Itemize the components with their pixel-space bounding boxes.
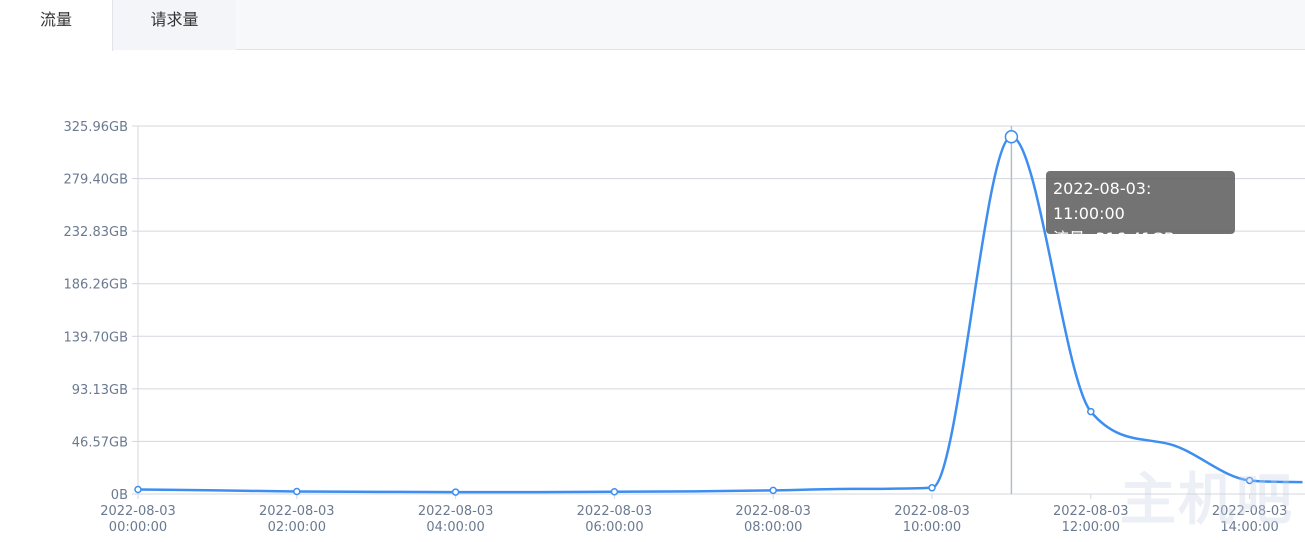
- data-point[interactable]: [610, 487, 619, 496]
- y-tick-label: 232.83GB: [64, 225, 128, 240]
- data-point[interactable]: [769, 486, 777, 495]
- x-tick-label: 2022-08-03 10:00:00: [894, 504, 970, 535]
- x-axis-ticks: 2022-08-03 00:00:00 2022-08-03 02:00:00 2022…: [100, 494, 1287, 535]
- data-point[interactable]: [293, 487, 301, 496]
- data-point[interactable]: [1087, 407, 1095, 416]
- tooltip-value: 流量: 316.41GB: [1053, 229, 1175, 248]
- tooltip-time: 2022-08-03: 11:00:00: [1053, 179, 1152, 223]
- y-tick-label: 139.70GB: [64, 330, 128, 345]
- y-tick-label: 0B: [111, 488, 128, 503]
- data-point[interactable]: [451, 488, 460, 496]
- y-tick-label: 46.57GB: [72, 435, 128, 450]
- watermark-logo: 主机吧: [1120, 467, 1294, 533]
- data-point-highlighted[interactable]: [1004, 130, 1019, 144]
- x-tick-label: 2022-08-03 12:00:00: [1053, 504, 1129, 535]
- chart-tooltip: 2022-08-03: 11:00:00 流量: 316.41GB: [1046, 171, 1235, 248]
- x-tick-label: 2022-08-03 02:00:00: [259, 504, 335, 535]
- traffic-line-chart: 0B 46.57GB 93.13GB 139.70GB 186.26GB 232.83GB…: [64, 120, 1305, 535]
- x-tick-label: 2022-08-03 06:00:00: [577, 504, 653, 535]
- y-tick-label: 279.40GB: [64, 173, 128, 188]
- data-point[interactable]: [928, 484, 936, 492]
- x-tick-label: 2022-08-03 00:00:00: [100, 504, 176, 535]
- y-axis-ticks: 0B 46.57GB 93.13GB 139.70GB 186.26GB 232.83GB…: [64, 120, 128, 503]
- x-tick-label: 2022-08-03 08:00:00: [735, 504, 811, 535]
- y-tick-label: 93.13GB: [72, 383, 128, 398]
- x-tick-label: 2022-08-03 04:00:00: [418, 504, 494, 535]
- y-tick-label: 325.96GB: [64, 120, 128, 135]
- data-point[interactable]: [134, 485, 142, 494]
- y-tick-label: 186.26GB: [64, 278, 128, 293]
